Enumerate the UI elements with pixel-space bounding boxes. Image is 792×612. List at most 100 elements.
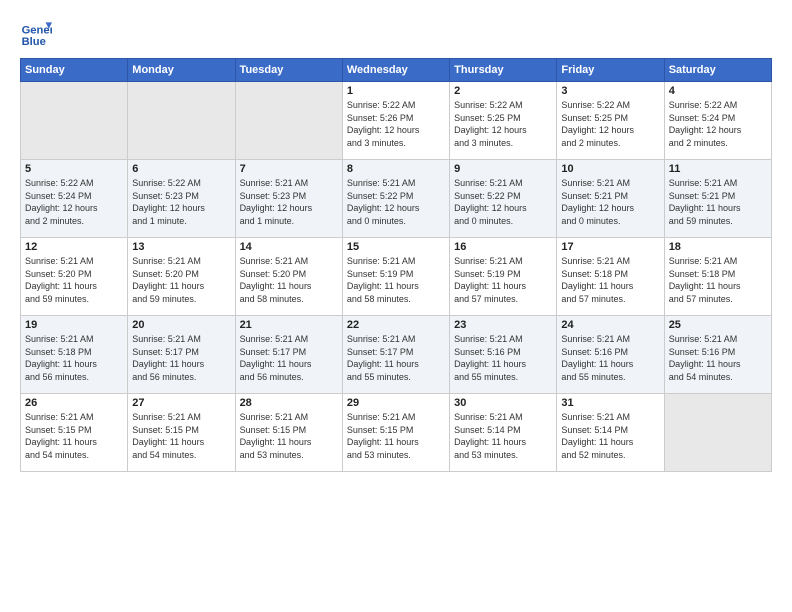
calendar-cell: 21 Sunrise: 5:21 AM Sunset: 5:17 PM Dayli… (235, 316, 342, 394)
day-number: 4 (669, 85, 767, 97)
calendar-cell: 29Sunrise: 5:21 AM Sunset: 5:15 PM Dayli… (342, 394, 449, 472)
day-info: Sunrise: 5:21 AM Sunset: 5:14 PM Dayligh… (454, 411, 552, 461)
weekday-header: Friday (557, 59, 664, 82)
day-number: 24 (561, 319, 659, 331)
calendar-header: SundayMondayTuesdayWednesdayThursdayFrid… (21, 59, 772, 82)
day-info: Sunrise: 5:21 AM Sunset: 5:15 PM Dayligh… (132, 411, 230, 461)
calendar-cell: 11 Sunrise: 5:21 AM Sunset: 5:21 PM Dayli… (664, 160, 771, 238)
day-number: 30 (454, 397, 552, 409)
day-info: Sunrise: 5:21 AM Sunset: 5:18 PM Dayligh… (25, 333, 123, 383)
calendar-cell (235, 82, 342, 160)
day-info: Sunrise: 5:21 AM Sunset: 5:16 PM Dayligh… (454, 333, 552, 383)
calendar-cell: 15Sunrise: 5:21 AM Sunset: 5:19 PM Dayli… (342, 238, 449, 316)
day-number: 11 (669, 163, 767, 175)
day-number: 10 (561, 163, 659, 175)
calendar-cell: 17Sunrise: 5:21 AM Sunset: 5:18 PM Dayli… (557, 238, 664, 316)
calendar-cell: 3 Sunrise: 5:22 AM Sunset: 5:25 PM Daylig… (557, 82, 664, 160)
calendar-week-row: 12 Sunrise: 5:21 AM Sunset: 5:20 PM Dayli… (21, 238, 772, 316)
calendar-cell (664, 394, 771, 472)
calendar-week-row: 1Sunrise: 5:22 AM Sunset: 5:26 PM Daylig… (21, 82, 772, 160)
day-info: Sunrise: 5:21 AM Sunset: 5:17 PM Dayligh… (132, 333, 230, 383)
calendar-cell: 25 Sunrise: 5:21 AM Sunset: 5:16 PM Dayli… (664, 316, 771, 394)
day-number: 20 (132, 319, 230, 331)
day-number: 7 (240, 163, 338, 175)
calendar-cell: 22 Sunrise: 5:21 AM Sunset: 5:17 PM Dayli… (342, 316, 449, 394)
day-info: Sunrise: 5:22 AM Sunset: 5:25 PM Dayligh… (454, 99, 552, 149)
calendar-cell: 2 Sunrise: 5:22 AM Sunset: 5:25 PM Daylig… (450, 82, 557, 160)
day-info: Sunrise: 5:22 AM Sunset: 5:25 PM Dayligh… (561, 99, 659, 149)
day-info: Sunrise: 5:21 AM Sunset: 5:17 PM Dayligh… (240, 333, 338, 383)
day-number: 25 (669, 319, 767, 331)
day-number: 3 (561, 85, 659, 97)
svg-text:General: General (22, 25, 52, 37)
calendar-cell: 16Sunrise: 5:21 AM Sunset: 5:19 PM Dayli… (450, 238, 557, 316)
calendar-cell: 6Sunrise: 5:22 AM Sunset: 5:23 PM Daylig… (128, 160, 235, 238)
day-number: 29 (347, 397, 445, 409)
calendar-body: 1Sunrise: 5:22 AM Sunset: 5:26 PM Daylig… (21, 82, 772, 472)
day-info: Sunrise: 5:22 AM Sunset: 5:23 PM Dayligh… (132, 177, 230, 227)
page: General Blue SundayMondayTuesdayWednesda… (0, 0, 792, 612)
day-info: Sunrise: 5:21 AM Sunset: 5:22 PM Dayligh… (347, 177, 445, 227)
calendar-cell: 27 Sunrise: 5:21 AM Sunset: 5:15 PM Dayli… (128, 394, 235, 472)
day-number: 2 (454, 85, 552, 97)
day-info: Sunrise: 5:21 AM Sunset: 5:16 PM Dayligh… (669, 333, 767, 383)
calendar-cell: 4Sunrise: 5:22 AM Sunset: 5:24 PM Daylig… (664, 82, 771, 160)
calendar-week-row: 5 Sunrise: 5:22 AM Sunset: 5:24 PM Daylig… (21, 160, 772, 238)
day-number: 5 (25, 163, 123, 175)
calendar-week-row: 26Sunrise: 5:21 AM Sunset: 5:15 PM Dayli… (21, 394, 772, 472)
day-info: Sunrise: 5:21 AM Sunset: 5:23 PM Dayligh… (240, 177, 338, 227)
day-number: 27 (132, 397, 230, 409)
calendar-cell: 18Sunrise: 5:21 AM Sunset: 5:18 PM Dayli… (664, 238, 771, 316)
weekday-header: Sunday (21, 59, 128, 82)
calendar-cell: 10 Sunrise: 5:21 AM Sunset: 5:21 PM Dayli… (557, 160, 664, 238)
day-info: Sunrise: 5:21 AM Sunset: 5:16 PM Dayligh… (561, 333, 659, 383)
weekday-header: Monday (128, 59, 235, 82)
logo: General Blue (20, 16, 52, 48)
weekday-header: Thursday (450, 59, 557, 82)
day-info: Sunrise: 5:21 AM Sunset: 5:17 PM Dayligh… (347, 333, 445, 383)
day-info: Sunrise: 5:21 AM Sunset: 5:14 PM Dayligh… (561, 411, 659, 461)
day-number: 22 (347, 319, 445, 331)
calendar-cell: 31 Sunrise: 5:21 AM Sunset: 5:14 PM Dayli… (557, 394, 664, 472)
calendar-cell: 5 Sunrise: 5:22 AM Sunset: 5:24 PM Daylig… (21, 160, 128, 238)
svg-text:Blue: Blue (22, 36, 46, 48)
day-info: Sunrise: 5:21 AM Sunset: 5:21 PM Dayligh… (561, 177, 659, 227)
day-info: Sunrise: 5:21 AM Sunset: 5:15 PM Dayligh… (25, 411, 123, 461)
day-number: 1 (347, 85, 445, 97)
day-number: 18 (669, 241, 767, 253)
day-info: Sunrise: 5:22 AM Sunset: 5:24 PM Dayligh… (25, 177, 123, 227)
calendar-cell: 7 Sunrise: 5:21 AM Sunset: 5:23 PM Daylig… (235, 160, 342, 238)
calendar-cell: 20 Sunrise: 5:21 AM Sunset: 5:17 PM Dayli… (128, 316, 235, 394)
calendar-cell: 13Sunrise: 5:21 AM Sunset: 5:20 PM Dayli… (128, 238, 235, 316)
logo-icon: General Blue (20, 16, 52, 48)
day-number: 14 (240, 241, 338, 253)
calendar-cell (128, 82, 235, 160)
header: General Blue (20, 16, 772, 48)
day-info: Sunrise: 5:21 AM Sunset: 5:20 PM Dayligh… (25, 255, 123, 305)
day-number: 13 (132, 241, 230, 253)
calendar-cell: 1Sunrise: 5:22 AM Sunset: 5:26 PM Daylig… (342, 82, 449, 160)
day-number: 21 (240, 319, 338, 331)
day-info: Sunrise: 5:21 AM Sunset: 5:21 PM Dayligh… (669, 177, 767, 227)
day-number: 9 (454, 163, 552, 175)
calendar-cell (21, 82, 128, 160)
weekday-row: SundayMondayTuesdayWednesdayThursdayFrid… (21, 59, 772, 82)
day-info: Sunrise: 5:21 AM Sunset: 5:22 PM Dayligh… (454, 177, 552, 227)
day-number: 31 (561, 397, 659, 409)
calendar-cell: 28Sunrise: 5:21 AM Sunset: 5:15 PM Dayli… (235, 394, 342, 472)
day-number: 8 (347, 163, 445, 175)
calendar-cell: 12 Sunrise: 5:21 AM Sunset: 5:20 PM Dayli… (21, 238, 128, 316)
day-number: 23 (454, 319, 552, 331)
day-number: 16 (454, 241, 552, 253)
calendar-cell: 26Sunrise: 5:21 AM Sunset: 5:15 PM Dayli… (21, 394, 128, 472)
calendar-cell: 8 Sunrise: 5:21 AM Sunset: 5:22 PM Daylig… (342, 160, 449, 238)
weekday-header: Wednesday (342, 59, 449, 82)
calendar-table: SundayMondayTuesdayWednesdayThursdayFrid… (20, 58, 772, 472)
day-number: 17 (561, 241, 659, 253)
day-number: 12 (25, 241, 123, 253)
day-info: Sunrise: 5:21 AM Sunset: 5:19 PM Dayligh… (347, 255, 445, 305)
calendar-cell: 24 Sunrise: 5:21 AM Sunset: 5:16 PM Dayli… (557, 316, 664, 394)
day-number: 19 (25, 319, 123, 331)
day-number: 28 (240, 397, 338, 409)
calendar-cell: 30 Sunrise: 5:21 AM Sunset: 5:14 PM Dayli… (450, 394, 557, 472)
